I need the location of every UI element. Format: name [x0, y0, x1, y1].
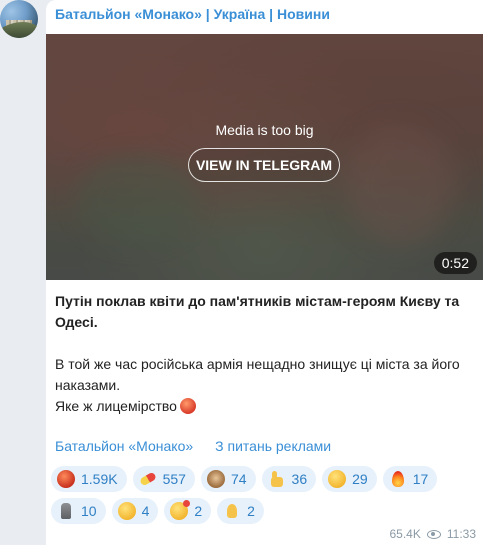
reaction-count: 557	[162, 471, 186, 487]
reaction-angry[interactable]: 1.59K	[51, 466, 127, 492]
message-meta: 65.4K 11:33	[390, 527, 477, 541]
moai-icon	[57, 502, 75, 520]
smiling-face-with-hearts-icon	[170, 500, 191, 520]
reaction-smirk[interactable]: 29	[322, 466, 377, 492]
eye-icon	[426, 529, 441, 539]
reaction-thumbs-up[interactable]: 36	[261, 466, 317, 492]
reaction-folded-hands[interactable]: 2	[217, 498, 264, 524]
angry-face-icon	[57, 470, 75, 488]
channel-link[interactable]: Батальйон «Монако»	[55, 438, 193, 454]
ads-contact-link[interactable]: З питань реклами	[215, 438, 331, 454]
channel-title[interactable]: Батальйон «Монако» | Україна | Новини	[55, 6, 330, 22]
reaction-count: 17	[412, 471, 429, 487]
smirk-face-icon	[328, 470, 347, 488]
post-paragraph: В той же час російська армія нещадно зни…	[55, 356, 460, 393]
view-in-telegram-button[interactable]: VIEW IN TELEGRAM	[188, 148, 340, 182]
view-count: 65.4K	[389, 527, 421, 541]
message-time: 11:33	[446, 527, 476, 541]
video-preview[interactable]: Media is too big VIEW IN TELEGRAM 0:52	[46, 34, 483, 280]
post-text: Путін поклав квіти до пам'ятників містам…	[55, 291, 470, 417]
reaction-fire[interactable]: 17	[382, 466, 438, 492]
message-bubble: Батальйон «Монако» | Україна | Новини Me…	[46, 0, 488, 545]
reaction-smiling-hearts[interactable]: 2	[164, 498, 212, 524]
reaction-see-no-evil[interactable]: 74	[200, 466, 256, 492]
reaction-count: 2	[247, 503, 255, 519]
reaction-count: 4	[141, 503, 150, 519]
reaction-count: 36	[291, 471, 308, 487]
post-paragraph-text: Яке ж лицемірство	[55, 398, 177, 414]
post-paragraph-end: Яке ж лицемірство	[55, 396, 470, 417]
media-too-big-message: Media is too big	[215, 122, 314, 138]
thumbs-up-icon	[268, 470, 286, 488]
pill-icon	[139, 470, 157, 488]
angry-face-icon	[179, 398, 196, 414]
folded-hands-icon	[223, 502, 241, 520]
reaction-thinking[interactable]: 4	[111, 498, 159, 524]
reactions-bar: 1.59K 557 74 36 29 17 10 4 2 2	[51, 466, 481, 530]
reaction-count: 2	[194, 503, 203, 519]
reaction-count: 10	[81, 503, 97, 519]
avatar-hill-decoration	[0, 22, 38, 38]
reaction-count: 1.59K	[81, 471, 118, 487]
reaction-count: 29	[352, 471, 368, 487]
fire-icon	[389, 470, 407, 488]
see-no-evil-monkey-icon	[206, 470, 225, 488]
video-duration-badge: 0:52	[433, 252, 477, 274]
reaction-pill[interactable]: 557	[132, 466, 195, 492]
reaction-moai[interactable]: 10	[51, 498, 106, 524]
post-headline: Путін поклав квіти до пам'ятників містам…	[55, 293, 460, 330]
channel-avatar[interactable]	[0, 0, 38, 38]
thinking-face-icon	[117, 502, 136, 520]
post-links: Батальйон «Монако» З питань реклами	[55, 438, 331, 454]
reaction-count: 74	[230, 471, 247, 487]
